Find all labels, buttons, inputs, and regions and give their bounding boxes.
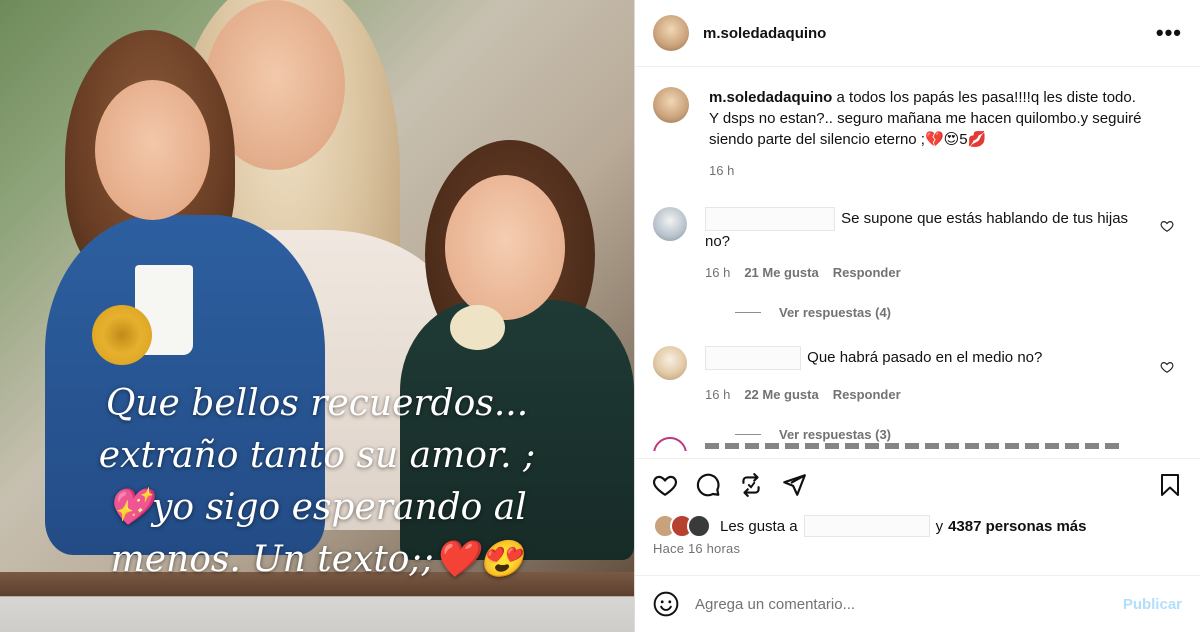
caption-meta: 16 h	[709, 160, 1149, 181]
reply-button[interactable]: Responder	[833, 384, 901, 405]
bookmark-icon[interactable]	[1156, 471, 1184, 499]
overlay-line: 💖yo sigo esperando al	[107, 487, 527, 528]
comment-time[interactable]: 16 h	[705, 384, 730, 405]
post-header: m.soledadaquino •••	[635, 0, 1200, 67]
comment-meta: 16 h 22 Me gusta Responder	[705, 384, 1145, 405]
comment-meta: 16 h 21 Me gusta Responder	[705, 262, 1145, 283]
instagram-post: Que bellos recuerdos... extraño tanto su…	[0, 0, 1200, 632]
photo-shape	[95, 80, 210, 220]
post-image[interactable]: Que bellos recuerdos... extraño tanto su…	[0, 0, 634, 632]
caption: m.soledadaquino a todos los papás les pa…	[653, 87, 1182, 181]
comment-input[interactable]: Agrega un comentario...	[695, 596, 855, 613]
avatar[interactable]	[653, 15, 689, 51]
photo-shape	[445, 175, 565, 320]
redacted-username	[705, 207, 835, 231]
replies-divider	[735, 312, 761, 313]
header-username[interactable]: m.soledadaquino	[703, 25, 826, 42]
likes-prefix: Les gusta a	[720, 517, 798, 535]
photo-shape	[450, 305, 505, 350]
action-bar	[635, 458, 1200, 511]
post-comment-button[interactable]: Publicar	[1123, 596, 1182, 613]
comment-body: Se supone que estás hablando de tus hija…	[705, 207, 1145, 283]
overlay-line: extraño tanto su amor. ;	[98, 435, 536, 476]
liker-avatars	[653, 514, 711, 538]
view-replies-button[interactable]: Ver respuestas (4)	[735, 305, 1182, 320]
cut-off-comment-text	[705, 443, 1125, 449]
add-comment-bar: Agrega un comentario... Publicar	[635, 575, 1200, 632]
likes-count[interactable]: 4387 personas más	[948, 518, 1086, 535]
comment-item: Se supone que estás hablando de tus hija…	[653, 207, 1182, 283]
avatar[interactable]	[653, 87, 689, 123]
repost-icon[interactable]	[737, 471, 765, 499]
emoji-icon[interactable]	[653, 591, 679, 617]
overlay-line: Que bellos recuerdos...	[105, 383, 529, 424]
overlay-line: menos. Un texto;;❤️😍	[110, 539, 524, 580]
like-comment-heart-icon[interactable]	[1160, 219, 1174, 233]
avatar[interactable]	[653, 346, 687, 380]
comment-time[interactable]: 16 h	[705, 262, 730, 283]
comment-likes[interactable]: 21 Me gusta	[744, 262, 818, 283]
caption-body: m.soledadaquino a todos los papás les pa…	[709, 87, 1149, 181]
heart-icon[interactable]	[651, 471, 679, 499]
comment-item: Que habrá pasado en el medio no? 16 h 22…	[653, 346, 1182, 405]
more-icon[interactable]: •••	[1156, 20, 1182, 46]
avatar[interactable]	[653, 437, 687, 451]
avatar	[687, 514, 711, 538]
comment-text: Que habrá pasado en el medio no?	[807, 348, 1043, 366]
comment-likes[interactable]: 22 Me gusta	[744, 384, 818, 405]
comments-list[interactable]: m.soledadaquino a todos los papás les pa…	[635, 67, 1200, 458]
partially-visible-comment	[653, 437, 1125, 451]
share-icon[interactable]	[780, 471, 808, 499]
likes-summary: Les gusta a y 4387 personas más	[635, 511, 1200, 541]
redacted-username	[803, 515, 930, 537]
avatar[interactable]	[653, 207, 687, 241]
redacted-username	[705, 346, 801, 370]
replies-divider	[735, 434, 761, 435]
caption-time[interactable]: 16 h	[709, 160, 734, 181]
post-side-panel: m.soledadaquino ••• m.soledadaquino a to…	[634, 0, 1200, 632]
photo-shape	[92, 305, 152, 365]
likes-connector: y	[935, 517, 944, 535]
photo-overlay-text: Que bellos recuerdos... extraño tanto su…	[0, 378, 634, 586]
posted-time[interactable]: Hace 16 horas	[635, 541, 1200, 575]
comment-body: Que habrá pasado en el medio no? 16 h 22…	[705, 346, 1145, 405]
view-replies-label[interactable]: Ver respuestas (4)	[779, 305, 891, 320]
like-comment-heart-icon[interactable]	[1160, 360, 1174, 374]
caption-username[interactable]: m.soledadaquino	[709, 89, 832, 106]
comment-icon[interactable]	[694, 471, 722, 499]
reply-button[interactable]: Responder	[833, 262, 901, 283]
